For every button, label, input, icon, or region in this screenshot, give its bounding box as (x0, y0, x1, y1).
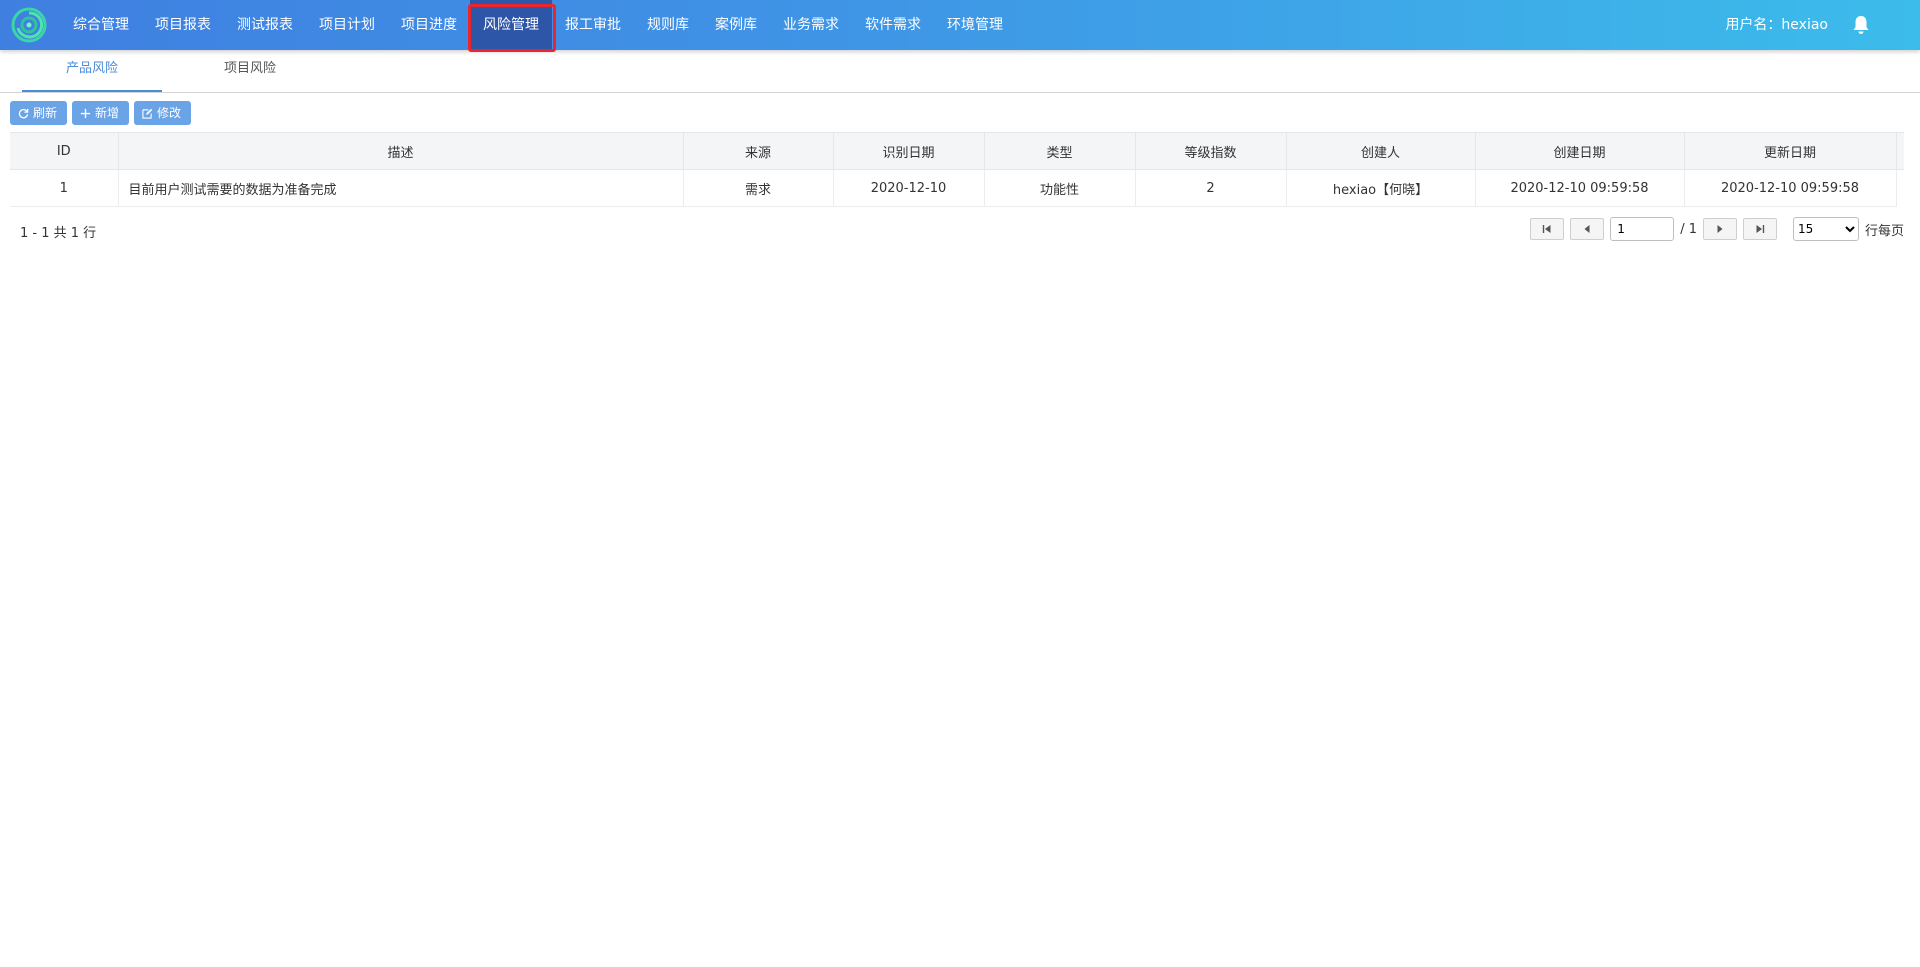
nav-item-overview[interactable]: 综合管理 (60, 0, 142, 50)
column-header-identified-date[interactable]: 识别日期 (833, 132, 985, 170)
cell-type: 功能性 (984, 169, 1136, 207)
header-scrollbar-gutter (1896, 132, 1904, 170)
first-page-icon (1542, 225, 1551, 233)
nav-item-risk-management[interactable]: 风险管理 (468, 0, 556, 52)
column-header-type[interactable]: 类型 (984, 132, 1136, 170)
column-header-level[interactable]: 等级指数 (1135, 132, 1287, 170)
column-header-description[interactable]: 描述 (118, 132, 684, 170)
prev-page-icon (1584, 225, 1590, 233)
plus-icon (80, 108, 91, 118)
risk-tabs: 产品风险 项目风险 (0, 50, 1920, 93)
edit-button[interactable]: 修改 (134, 101, 192, 125)
first-page-button[interactable] (1530, 218, 1565, 240)
add-button[interactable]: 新增 (72, 101, 130, 125)
tab-product-risk[interactable]: 产品风险 (22, 50, 162, 92)
last-page-button[interactable] (1742, 218, 1777, 240)
column-header-id[interactable]: ID (10, 132, 119, 170)
cell-created-date: 2020-12-10 09:59:58 (1475, 169, 1685, 207)
username-label: 用户名：hexiao (1725, 17, 1828, 33)
nav-item-software-req[interactable]: 软件需求 (852, 0, 934, 50)
nav-item-project-plan[interactable]: 项目计划 (306, 0, 388, 50)
nav-item-test-report[interactable]: 测试报表 (224, 0, 306, 50)
cell-creator: hexiao【何晓】 (1286, 169, 1476, 207)
risk-table: ID 描述 来源 识别日期 类型 等级指数 创建人 创建日期 更新日期 1 目前… (10, 132, 1904, 207)
cell-source: 需求 (683, 169, 834, 207)
tab-project-risk[interactable]: 项目风险 (180, 50, 320, 90)
table-row[interactable]: 1 目前用户测试需要的数据为准备完成 需求 2020-12-10 功能性 2 h… (10, 169, 1904, 207)
toolbar: 刷新 新增 修改 (10, 101, 192, 125)
nav-item-work-approval[interactable]: 报工审批 (552, 0, 634, 50)
cell-id: 1 (10, 169, 119, 207)
column-header-created-date[interactable]: 创建日期 (1475, 132, 1685, 170)
next-page-icon (1717, 225, 1723, 233)
nav-item-business-req[interactable]: 业务需求 (770, 0, 852, 50)
page-number-input[interactable] (1610, 217, 1675, 241)
nav-item-environment[interactable]: 环境管理 (934, 0, 1016, 50)
table-header-row: ID 描述 来源 识别日期 类型 等级指数 创建人 创建日期 更新日期 (10, 132, 1904, 170)
column-header-creator[interactable]: 创建人 (1286, 132, 1476, 170)
nav-item-cases[interactable]: 案例库 (702, 0, 770, 50)
next-page-button[interactable] (1702, 218, 1737, 240)
add-button-label: 新增 (95, 106, 120, 120)
cell-description: 目前用户测试需要的数据为准备完成 (118, 169, 684, 207)
last-page-icon (1756, 225, 1765, 233)
top-nav-bar: 综合管理 项目报表 测试报表 项目计划 项目进度 风险管理 报工审批 规则库 案… (0, 0, 1920, 52)
bell-icon[interactable] (1852, 15, 1870, 35)
pager-info: 1 - 1 共 1 行 (20, 226, 97, 241)
refresh-button[interactable]: 刷新 (10, 101, 68, 125)
pager: / 1 15 行每页 (1530, 217, 1904, 241)
main-nav: 综合管理 项目报表 测试报表 项目计划 项目进度 风险管理 报工审批 规则库 案… (60, 0, 1016, 52)
cell-level: 2 (1135, 169, 1287, 207)
app-logo-icon[interactable] (10, 6, 48, 44)
prev-page-button[interactable] (1570, 218, 1605, 240)
cell-updated-date: 2020-12-10 09:59:58 (1684, 169, 1897, 207)
page-size-select[interactable]: 15 (1792, 217, 1859, 241)
edit-button-label: 修改 (157, 106, 182, 120)
column-header-source[interactable]: 来源 (683, 132, 834, 170)
page-size-suffix: 行每页 (1864, 223, 1904, 239)
refresh-icon (18, 108, 29, 118)
nav-item-project-report[interactable]: 项目报表 (142, 0, 224, 50)
cell-identified-date: 2020-12-10 (833, 169, 985, 207)
edit-icon (142, 108, 153, 119)
refresh-button-label: 刷新 (33, 106, 58, 120)
column-header-updated-date[interactable]: 更新日期 (1684, 132, 1897, 170)
nav-item-project-progress[interactable]: 项目进度 (388, 0, 470, 50)
nav-item-rules[interactable]: 规则库 (634, 0, 702, 50)
total-pages-label: / 1 (1680, 221, 1697, 237)
row-scrollbar-gutter (1896, 170, 1904, 207)
